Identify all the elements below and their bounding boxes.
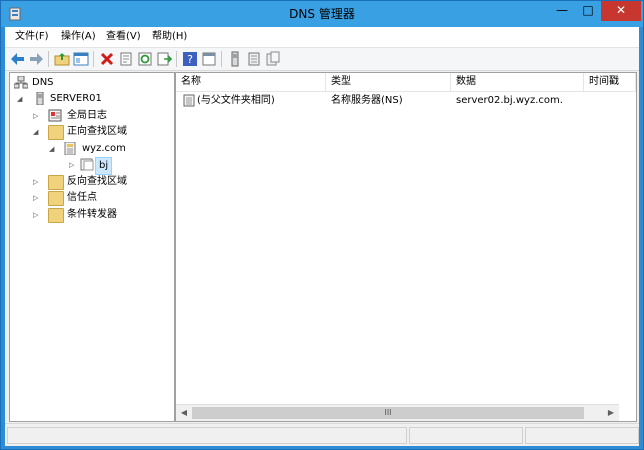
header-divider <box>176 91 636 92</box>
server-icon[interactable] <box>227 51 243 67</box>
cell-data: server02.bj.wyz.com. <box>456 95 563 106</box>
scroll-right-arrow-icon[interactable]: ▶ <box>603 405 619 421</box>
export-list-icon[interactable] <box>156 51 172 67</box>
folder-icon <box>48 175 64 190</box>
expanded-arrow-icon[interactable]: ◢ <box>33 128 41 136</box>
scrollbar-thumb[interactable]: III <box>192 407 584 419</box>
toolbar-separator <box>48 51 49 67</box>
forward-arrow-icon[interactable] <box>28 51 44 67</box>
title-bar[interactable]: DNS 管理器 — □ ✕ <box>1 1 643 27</box>
collapsed-arrow-icon[interactable]: ▷ <box>33 178 41 186</box>
dns-manager-window: DNS 管理器 — □ ✕ 文件(F) 操作(A) 查看(V) 帮助(H) ? <box>0 0 644 450</box>
toolbar-separator <box>176 51 177 67</box>
records-list[interactable]: 名称 类型 数据 时间戳 (与父文件夹相同) 名称服务器(NS) server0… <box>175 72 637 422</box>
tree-label-wyz-com: wyz.com <box>82 143 126 154</box>
tree-label-forward-zones: 正向查找区域 <box>67 126 127 137</box>
menu-file[interactable]: 文件(F) <box>15 30 49 44</box>
event-log-icon <box>48 109 62 122</box>
svg-text:?: ? <box>187 53 193 66</box>
cell-name: (与父文件夹相同) <box>197 95 275 106</box>
tree-label-reverse-zones: 反向查找区域 <box>67 176 127 187</box>
maximize-button[interactable]: □ <box>575 1 601 21</box>
tree-label-global-logs: 全局日志 <box>67 110 107 121</box>
collapsed-arrow-icon[interactable]: ▷ <box>33 194 41 202</box>
status-segment <box>409 427 523 444</box>
record-icon[interactable] <box>265 51 281 67</box>
toolbar-separator <box>221 51 222 67</box>
close-button[interactable]: ✕ <box>601 1 641 21</box>
properties-icon[interactable] <box>118 51 134 67</box>
column-header-type[interactable]: 类型 <box>326 73 451 91</box>
status-segment <box>525 427 639 444</box>
column-header-name[interactable]: 名称 <box>176 73 326 91</box>
scroll-left-arrow-icon[interactable]: ◀ <box>176 405 192 421</box>
column-header-data[interactable]: 数据 <box>451 73 584 91</box>
folder-icon <box>48 125 64 140</box>
back-arrow-icon[interactable] <box>10 51 26 67</box>
scrollbar-grip: III <box>384 408 392 417</box>
tree-label-conditional-forwarders: 条件转发器 <box>67 209 117 220</box>
zone-icon[interactable] <box>246 51 262 67</box>
horizontal-scrollbar[interactable]: ◀ III ▶ <box>176 404 619 421</box>
zone-icon <box>64 142 76 155</box>
up-folder-icon[interactable] <box>54 51 70 67</box>
refresh-icon[interactable] <box>137 51 153 67</box>
help-icon[interactable]: ? <box>182 51 198 67</box>
collapsed-arrow-icon[interactable]: ▷ <box>33 211 41 219</box>
menu-help[interactable]: 帮助(H) <box>152 30 187 44</box>
cell-type: 名称服务器(NS) <box>331 95 403 106</box>
show-hide-tree-icon[interactable] <box>73 51 89 67</box>
delete-icon[interactable] <box>99 51 115 67</box>
toolbar-separator <box>93 51 94 67</box>
menu-action[interactable]: 操作(A) <box>61 30 96 44</box>
tree-label-dns: DNS <box>32 77 54 88</box>
tree-label-bj: bj <box>95 157 113 175</box>
column-header-timestamp[interactable]: 时间戳 <box>584 73 636 91</box>
collapsed-arrow-icon[interactable]: ▷ <box>69 161 77 169</box>
console-icon[interactable] <box>201 51 217 67</box>
tree-label-server01: SERVER01 <box>50 93 102 104</box>
tree-label-trust-points: 信任点 <box>67 192 97 203</box>
expanded-arrow-icon[interactable]: ◢ <box>49 145 57 153</box>
folder-icon <box>48 191 64 206</box>
collapsed-arrow-icon[interactable]: ▷ <box>33 112 41 120</box>
subdomain-folder-icon <box>80 158 94 171</box>
folder-icon <box>48 208 64 223</box>
client-area: 文件(F) 操作(A) 查看(V) 帮助(H) ? DNS ◢ SERVER01… <box>5 27 639 446</box>
toolbar: ? <box>5 48 639 71</box>
console-tree[interactable]: DNS ◢ SERVER01 ▷ 全局日志 ◢ 正向查找区域 ◢ wyz.com <box>9 72 175 422</box>
minimize-button[interactable]: — <box>549 1 575 21</box>
record-icon <box>183 94 195 107</box>
menu-bar: 文件(F) 操作(A) 查看(V) 帮助(H) <box>5 27 639 48</box>
expanded-arrow-icon[interactable]: ◢ <box>17 95 25 103</box>
server-icon <box>36 92 44 105</box>
window-title: DNS 管理器 <box>289 7 355 21</box>
status-bar <box>5 423 639 446</box>
status-segment <box>7 427 407 444</box>
menu-view[interactable]: 查看(V) <box>106 30 141 44</box>
dns-root-icon <box>14 76 28 89</box>
